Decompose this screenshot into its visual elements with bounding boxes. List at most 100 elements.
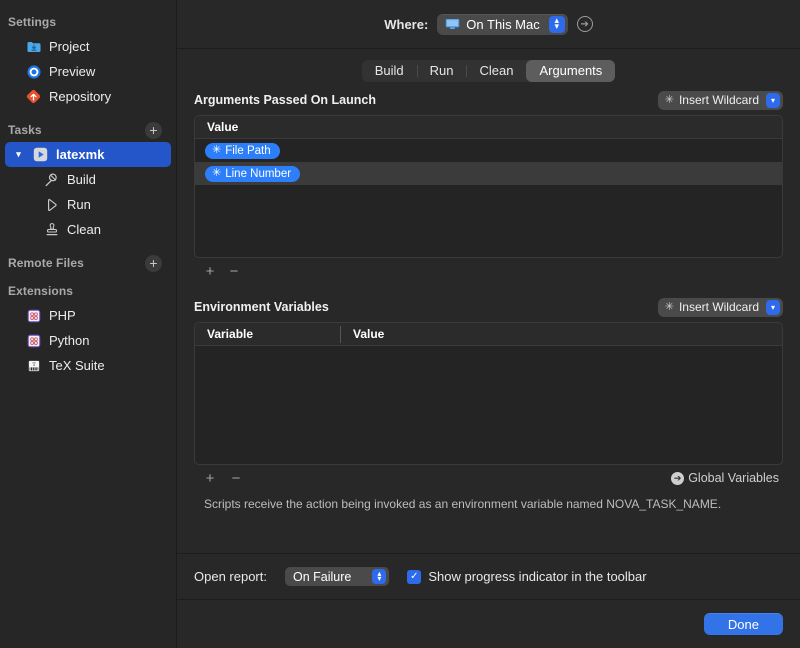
task-settings-window: Settings Project Preview Repository Task… <box>0 0 800 648</box>
token-label: File Path <box>225 144 271 157</box>
tabbar: Build Run Clean Arguments <box>361 60 616 82</box>
sidebar-item-php[interactable]: PHP <box>5 303 171 328</box>
sidebar-item-label: Build <box>67 172 96 187</box>
sidebar-item-python[interactable]: Python <box>5 328 171 353</box>
repository-merge-icon <box>25 88 42 105</box>
arguments-table[interactable]: Value ✳ File Path ✳ Line Number <box>194 115 783 258</box>
sidebar-item-label: Clean <box>67 222 101 237</box>
column-header-value: Value <box>353 326 385 341</box>
wildcard-token-file-path[interactable]: ✳ File Path <box>205 142 280 159</box>
sidebar-group-tasks: Tasks + <box>0 118 176 142</box>
sidebar-item-label: latexmk <box>56 147 105 162</box>
sidebar-group-settings: Settings <box>0 10 176 34</box>
sidebar-item-label: TeX Suite <box>49 358 105 373</box>
remove-variable-button[interactable]: − <box>230 471 242 486</box>
where-label: Where: <box>384 16 429 32</box>
add-task-button[interactable]: + <box>145 121 162 139</box>
column-header-variable: Variable <box>195 323 341 346</box>
tab-clean[interactable]: Clean <box>466 60 526 82</box>
sidebar-item-label: Python <box>49 333 90 348</box>
stamp-icon <box>43 221 60 238</box>
insert-wildcard-label: Insert Wildcard <box>678 93 759 107</box>
add-remote-file-button[interactable]: + <box>145 254 162 272</box>
insert-wildcard-label: Insert Wildcard <box>678 300 759 314</box>
where-toolbar: Where: On This Mac ▴ ▾ ➔ <box>177 0 800 48</box>
environment-table-header: Variable Value <box>195 323 782 346</box>
content-area: Build Run Clean Arguments Arguments Pass… <box>177 49 800 553</box>
sidebar: Settings Project Preview Repository Task… <box>0 0 177 648</box>
chevron-down-icon[interactable]: ▾ <box>13 149 24 160</box>
asterisk-icon: ✳ <box>212 144 222 156</box>
token-label: Line Number <box>225 167 292 180</box>
global-variables-link[interactable]: ➔ Global Variables <box>671 471 779 485</box>
table-row[interactable]: ✳ Line Number <box>195 162 782 185</box>
show-progress-checkbox-row[interactable]: ✓ Show progress indicator in the toolbar <box>407 569 647 584</box>
asterisk-icon: ✳ <box>664 300 674 313</box>
arguments-title: Arguments Passed On Launch <box>194 93 376 107</box>
arrow-right-circle-icon[interactable]: ➔ <box>576 16 593 32</box>
where-value: On This Mac <box>466 16 540 32</box>
open-report-value: On Failure <box>293 569 352 584</box>
sidebar-item-run[interactable]: Run <box>5 192 171 217</box>
extension-python-icon <box>25 332 42 349</box>
sidebar-item-preview[interactable]: Preview <box>5 59 171 84</box>
tab-arguments[interactable]: Arguments <box>526 60 616 82</box>
sidebar-group-title: Extensions <box>8 284 74 298</box>
add-argument-button[interactable]: + <box>204 264 216 279</box>
environment-title: Environment Variables <box>194 300 329 314</box>
sidebar-item-project[interactable]: Project <box>5 34 171 59</box>
done-button[interactable]: Done <box>703 613 783 635</box>
tab-run[interactable]: Run <box>416 60 467 82</box>
open-report-popup-button[interactable]: On Failure ▴ ▾ <box>285 567 390 586</box>
environment-table[interactable]: Variable Value <box>194 322 783 465</box>
environment-note: Scripts receive the action being invoked… <box>204 497 722 511</box>
preview-circle-icon <box>25 63 42 80</box>
wildcard-token-line-number[interactable]: ✳ Line Number <box>205 165 301 182</box>
remove-argument-button[interactable]: − <box>228 264 240 279</box>
sidebar-group-title: Tasks <box>8 123 42 137</box>
sidebar-item-tex-suite[interactable]: T TeX Suite <box>5 353 171 378</box>
chevron-down-icon[interactable]: ▾ <box>766 92 780 108</box>
sidebar-item-label: Run <box>67 197 91 212</box>
show-progress-label: Show progress indicator in the toolbar <box>428 569 647 584</box>
open-report-label: Open report: <box>194 569 267 584</box>
footer-options-bar: Open report: On Failure ▴ ▾ ✓ Show progre… <box>177 554 800 599</box>
sidebar-item-repository[interactable]: Repository <box>5 84 171 109</box>
chevron-down-icon[interactable]: ▾ <box>766 299 780 315</box>
action-bar: Done <box>177 600 800 648</box>
add-variable-button[interactable]: + <box>204 471 216 486</box>
sidebar-group-title: Settings <box>8 15 57 29</box>
arguments-section: Arguments Passed On Launch ✳ Insert Wild… <box>177 85 800 284</box>
main-panel: Where: On This Mac ▴ ▾ ➔ Build Run Clean… <box>177 0 800 648</box>
sidebar-item-build[interactable]: Build <box>5 167 171 192</box>
sidebar-item-latexmk[interactable]: ▾ latexmk <box>5 142 171 167</box>
sidebar-item-clean[interactable]: Clean <box>5 217 171 242</box>
arguments-section-header: Arguments Passed On Launch ✳ Insert Wild… <box>194 85 783 115</box>
chevron-updown-icon[interactable]: ▴ ▾ <box>372 569 387 584</box>
asterisk-icon: ✳ <box>212 167 222 179</box>
sidebar-group-title: Remote Files <box>8 256 84 270</box>
where-popup-button[interactable]: On This Mac ▴ ▾ <box>437 13 568 35</box>
hammer-icon <box>43 171 60 188</box>
folder-download-icon <box>25 38 42 55</box>
play-badge-icon <box>32 146 49 163</box>
environment-section-header: Environment Variables ✳ Insert Wildcard … <box>194 292 783 322</box>
tabbar-container: Build Run Clean Arguments <box>177 49 800 85</box>
column-header-value: Value <box>207 119 239 134</box>
environment-table-controls: + − ➔ Global Variables <box>194 465 783 491</box>
environment-section: Environment Variables ✳ Insert Wildcard … <box>177 292 800 511</box>
arrow-right-circle-icon: ➔ <box>671 471 685 485</box>
insert-wildcard-arguments-button[interactable]: ✳ Insert Wildcard ▾ <box>657 90 783 110</box>
arguments-table-controls: + − <box>194 258 783 284</box>
arguments-table-header: Value <box>195 116 782 139</box>
show-progress-checkbox[interactable]: ✓ <box>407 569 422 584</box>
insert-wildcard-environment-button[interactable]: ✳ Insert Wildcard ▾ <box>657 297 783 317</box>
chevron-updown-icon[interactable]: ▴ ▾ <box>548 15 565 33</box>
sidebar-group-extensions: Extensions <box>0 279 176 303</box>
table-row[interactable]: ✳ File Path <box>195 139 782 162</box>
sidebar-item-label: Project <box>49 39 90 54</box>
tab-build[interactable]: Build <box>362 60 417 82</box>
sidebar-item-label: Preview <box>49 64 96 79</box>
sidebar-group-remote-files: Remote Files + <box>0 251 176 275</box>
extension-tex-icon: T <box>25 357 42 374</box>
